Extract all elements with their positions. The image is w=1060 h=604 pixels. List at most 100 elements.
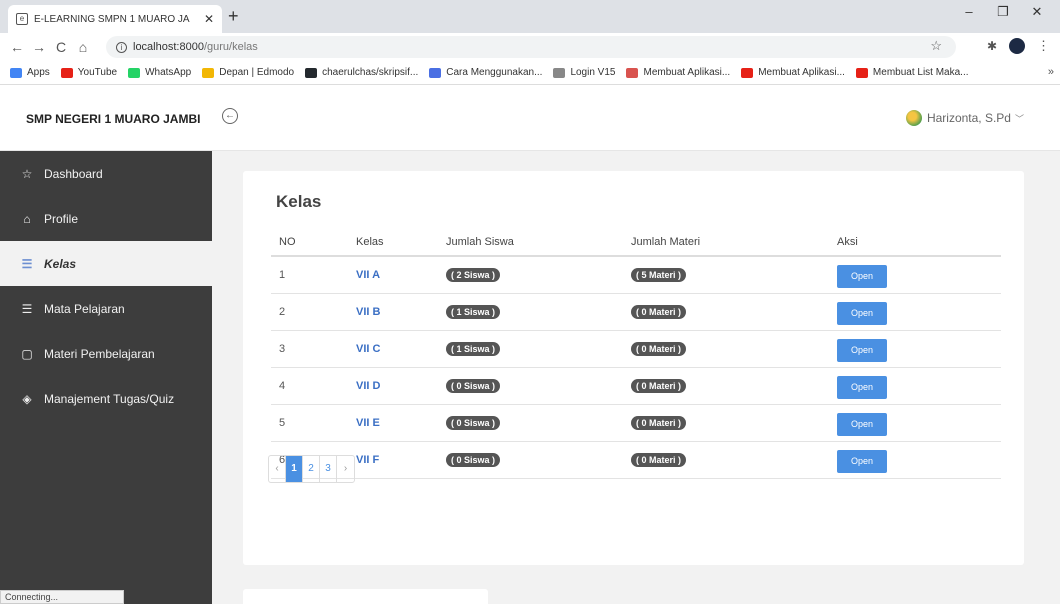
- sidebar-item-materi[interactable]: ▢ Materi Pembelajaran: [0, 331, 212, 376]
- column-header: Aksi: [829, 229, 1001, 257]
- bookmark-item[interactable]: chaerulchas/skripsif...: [305, 67, 418, 78]
- open-button[interactable]: Open: [837, 339, 887, 362]
- column-header: Jumlah Siswa: [438, 229, 623, 257]
- sidebar-item-label: Manajement Tugas/Quiz: [44, 391, 175, 406]
- siswa-badge: ( 1 Siswa ): [446, 341, 501, 356]
- open-button[interactable]: Open: [837, 450, 887, 473]
- kelas-card: Kelas NO Kelas Jumlah Siswa Jumlah Mater…: [243, 171, 1024, 565]
- more-bookmarks-icon[interactable]: »: [1048, 66, 1054, 78]
- sidebar-item-kelas[interactable]: ☰ Kelas: [0, 241, 212, 286]
- bookmark-item[interactable]: YouTube: [60, 67, 117, 78]
- bookmark-item[interactable]: Cara Menggunakan...: [429, 67, 542, 78]
- browser-tab[interactable]: e E-LEARNING SMPN 1 MUARO JA ✕: [8, 5, 222, 33]
- kelas-link[interactable]: VII F: [356, 454, 379, 466]
- materi-badge: ( 0 Materi ): [631, 304, 687, 319]
- pagination-page-3[interactable]: 3: [320, 456, 337, 482]
- app-header: SMP NEGERI 1 MUARO JAMBI ← Harizonta, S.…: [0, 86, 1060, 151]
- pagination-page-1[interactable]: 1: [286, 456, 303, 482]
- close-window-icon[interactable]: ✕: [1020, 4, 1054, 20]
- address-toolbar: ← → C ⌂ i localhost:8000/guru/kelas ☆ ✱ …: [0, 33, 1060, 61]
- page-icon: [553, 67, 566, 78]
- info-icon[interactable]: i: [116, 41, 127, 53]
- url-text: localhost:8000/guru/kelas: [133, 41, 258, 53]
- column-header: Kelas: [348, 229, 438, 257]
- tablet-icon: ▢: [21, 346, 33, 361]
- table-row: 6 VII F ( 0 Siswa ) ( 0 Materi ) Open: [271, 441, 1001, 479]
- profile-icon[interactable]: [1009, 38, 1025, 54]
- site-icon: [429, 67, 442, 78]
- reload-icon[interactable]: C: [50, 39, 72, 55]
- home-button-icon[interactable]: ⌂: [72, 39, 94, 55]
- materi-badge: ( 0 Materi ): [631, 452, 687, 467]
- table-row: 3 VII C ( 1 Siswa ) ( 0 Materi ) Open: [271, 330, 1001, 368]
- sidebar: ☆ Dashboard ⌂ Profile ☰ Kelas ☰ Mata Pelajar…: [0, 151, 212, 604]
- kelas-link[interactable]: VII E: [356, 417, 380, 429]
- sidebar-item-label: Materi Pembelajaran: [44, 346, 155, 361]
- window-controls: – ❐ ✕: [952, 4, 1054, 20]
- sidebar-item-dashboard[interactable]: ☆ Dashboard: [0, 151, 212, 196]
- siswa-badge: ( 0 Siswa ): [446, 415, 501, 430]
- minimize-icon[interactable]: –: [952, 4, 986, 20]
- browser-status: Connecting...: [0, 590, 124, 604]
- table-row: 5 VII E ( 0 Siswa ) ( 0 Materi ) Open: [271, 404, 1001, 442]
- bookmark-item[interactable]: Depan | Edmodo: [202, 67, 294, 78]
- new-tab-icon[interactable]: +: [228, 6, 239, 27]
- bookmark-star-icon[interactable]: ☆: [930, 38, 942, 54]
- pagination-page-2[interactable]: 2: [303, 456, 320, 482]
- url-bar[interactable]: i localhost:8000/guru/kelas ☆: [106, 36, 956, 58]
- table-row: 2 VII B ( 1 Siswa ) ( 0 Materi ) Open: [271, 293, 1001, 331]
- bookmark-item[interactable]: WhatsApp: [128, 67, 191, 78]
- star-icon: ☆: [21, 166, 33, 181]
- bookmark-item[interactable]: Membuat List Maka...: [855, 67, 969, 78]
- kelas-table: NO Kelas Jumlah Siswa Jumlah Materi Aksi…: [271, 229, 1001, 479]
- row-number: 1: [271, 256, 348, 294]
- sidebar-item-profile[interactable]: ⌂ Profile: [0, 196, 212, 241]
- tab-title: E-LEARNING SMPN 1 MUARO JA: [34, 13, 190, 25]
- bookmark-item[interactable]: Login V15: [553, 67, 615, 78]
- youtube-icon: [855, 67, 868, 78]
- pagination-next[interactable]: ›: [337, 456, 354, 482]
- bookmark-item[interactable]: Apps: [10, 67, 50, 78]
- materi-badge: ( 0 Materi ): [631, 378, 687, 393]
- pagination: ‹ 1 2 3 ›: [268, 455, 355, 483]
- open-button[interactable]: Open: [837, 376, 887, 399]
- siswa-badge: ( 1 Siswa ): [446, 304, 501, 319]
- whatsapp-icon: [128, 67, 141, 78]
- extension-area: ✱ ⋮: [987, 38, 1050, 54]
- column-header: NO: [271, 229, 348, 257]
- pagination-prev[interactable]: ‹: [269, 456, 286, 482]
- kelas-link[interactable]: VII C: [356, 343, 380, 355]
- table-row: 1 VII A ( 2 Siswa ) ( 5 Materi ) Open: [271, 256, 1001, 294]
- close-tab-icon[interactable]: ✕: [204, 12, 214, 26]
- materi-badge: ( 0 Materi ): [631, 341, 687, 356]
- row-number: 3: [271, 330, 348, 368]
- open-button[interactable]: Open: [837, 413, 887, 436]
- sidebar-item-tugas-quiz[interactable]: ◈ Manajement Tugas/Quiz: [0, 376, 212, 421]
- restore-icon[interactable]: ❐: [986, 4, 1020, 20]
- kelas-link[interactable]: VII D: [356, 380, 380, 392]
- bookmark-item[interactable]: Membuat Aplikasi...: [626, 67, 730, 78]
- kelas-link[interactable]: VII B: [356, 306, 380, 318]
- row-number: 4: [271, 367, 348, 405]
- bookmark-item[interactable]: Membuat Aplikasi...: [741, 67, 845, 78]
- favicon-icon: e: [16, 13, 28, 25]
- siswa-badge: ( 0 Siswa ): [446, 378, 501, 393]
- open-button[interactable]: Open: [837, 265, 887, 289]
- back-icon[interactable]: ←: [6, 39, 28, 55]
- avatar: [905, 110, 922, 126]
- user-name: Harizonta, S.Pd: [926, 111, 1011, 125]
- open-button[interactable]: Open: [837, 302, 887, 325]
- forward-icon[interactable]: →: [28, 39, 50, 55]
- kelas-link[interactable]: VII A: [356, 269, 380, 281]
- database-icon: ☰: [21, 301, 33, 316]
- apps-icon: [10, 67, 22, 78]
- sidebar-toggle-icon[interactable]: ←: [222, 108, 238, 124]
- sidebar-item-label: Dashboard: [44, 166, 103, 181]
- browser-menu-icon[interactable]: ⋮: [1037, 38, 1050, 54]
- edmodo-icon: [202, 67, 215, 78]
- user-menu[interactable]: Harizonta, S.Pd ﹀: [905, 110, 1024, 126]
- sidebar-item-mata-pelajaran[interactable]: ☰ Mata Pelajaran: [0, 286, 212, 331]
- secondary-card: [243, 589, 488, 604]
- main-content: Kelas NO Kelas Jumlah Siswa Jumlah Mater…: [212, 151, 1060, 604]
- extensions-icon[interactable]: ✱: [987, 39, 997, 53]
